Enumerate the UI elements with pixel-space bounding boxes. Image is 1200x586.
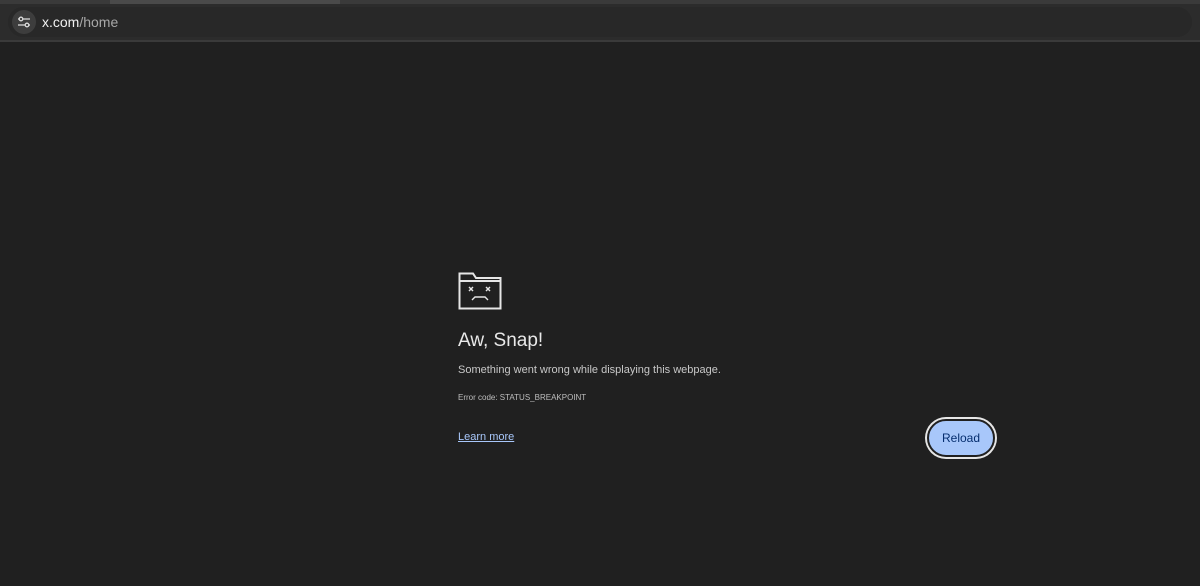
tune-icon[interactable] bbox=[12, 10, 36, 34]
url-path: /home bbox=[79, 14, 119, 30]
learn-more-link[interactable]: Learn more bbox=[458, 431, 514, 443]
browser-toolbar: x.com/home bbox=[0, 4, 1200, 40]
error-code: Error code: STATUS_BREAKPOINT bbox=[458, 393, 587, 402]
sad-tab-icon bbox=[458, 272, 502, 315]
reload-button[interactable]: Reload bbox=[927, 419, 995, 457]
error-description: Something went wrong while displaying th… bbox=[458, 364, 721, 376]
error-title: Aw, Snap! bbox=[458, 330, 544, 351]
address-bar[interactable]: x.com/home bbox=[8, 7, 1192, 37]
url-text[interactable]: x.com/home bbox=[42, 14, 118, 30]
url-host: x.com bbox=[42, 14, 80, 30]
error-page: Aw, Snap! Something went wrong while dis… bbox=[0, 42, 1200, 586]
